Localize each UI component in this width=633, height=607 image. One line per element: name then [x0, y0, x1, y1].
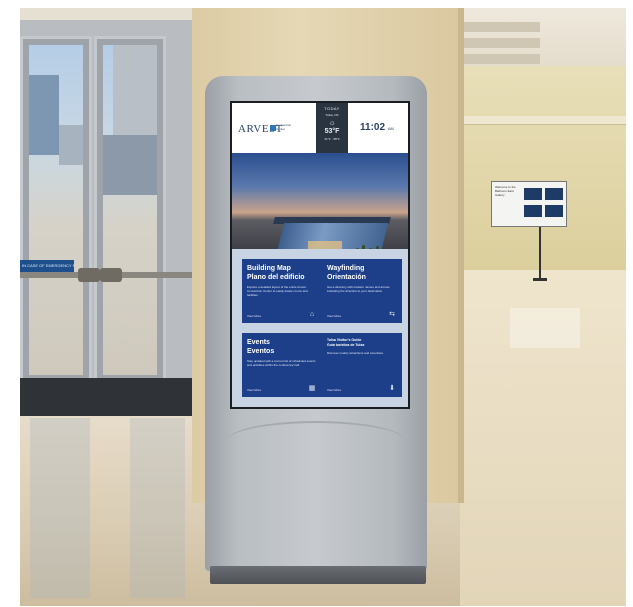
tile-view-more[interactable]: View More	[327, 314, 341, 318]
tile-view-more[interactable]: View More	[247, 314, 261, 318]
back-wall	[460, 66, 626, 271]
wall-sign: Welcome to the Ballroom East Gallery	[491, 181, 567, 227]
menu-tiles: Building Map Plano del edificio Explore …	[232, 249, 408, 407]
tile-visitors-guide[interactable]: Tulsa Visitor's Guide Guía turística de …	[322, 333, 402, 397]
ceiling	[460, 8, 626, 68]
tile-description: Stay updated with a current list of sche…	[247, 359, 316, 367]
tile-description: Get a directory with location names and …	[327, 285, 390, 293]
weather-widget[interactable]: TODAY Tulsa, OK ☼ 53°F 41°F · 58°F	[316, 103, 348, 159]
tile-title: Events	[247, 339, 270, 346]
tile-subtitle: Plano del edificio	[247, 274, 305, 281]
calendar-icon: ▦	[308, 385, 316, 392]
glass-doors: IN CASE OF EMERGENCY PUSH BAR	[20, 20, 194, 388]
floor-mat	[20, 378, 198, 416]
door-reflection	[30, 418, 90, 598]
photo-scene: IN CASE OF EMERGENCY PUSH BAR Welcome to…	[20, 8, 626, 606]
sign-post	[539, 227, 541, 279]
pillar-edge	[458, 8, 464, 503]
clock-time: 11:02	[360, 122, 386, 133]
tile-subtitle: Guía turística de Tulsa	[327, 343, 365, 347]
door-left	[20, 36, 92, 384]
tile-subtitle: Orientación	[327, 274, 366, 281]
tile-building-map[interactable]: Building Map Plano del edificio Explore …	[242, 259, 322, 323]
signpost-icon: ⇆	[389, 311, 395, 318]
door-sign: IN CASE OF EMERGENCY PUSH BAR	[20, 260, 74, 272]
sign-foot	[533, 278, 547, 281]
door-right	[94, 36, 166, 384]
logo-subtitle: Convention Center	[276, 123, 292, 131]
wall-sign-text: Welcome to the Ballroom East Gallery	[495, 185, 516, 197]
sun-icon: ☼	[328, 118, 336, 127]
convention-center-photo	[232, 153, 408, 249]
weather-low: 41°F	[324, 137, 331, 141]
push-bar	[20, 272, 78, 278]
pin-icon: ⬇	[389, 385, 395, 392]
kiosk-curve	[225, 421, 407, 463]
door-reflection	[130, 418, 185, 598]
map-icon: ⌂	[309, 311, 315, 318]
wall-beam	[460, 116, 626, 125]
tile-subtitle: Eventos	[247, 348, 275, 355]
tile-description: Explore a detailed layout of the entire …	[247, 285, 308, 297]
tile-events[interactable]: Events Eventos Stay updated with a curre…	[242, 333, 322, 397]
tile-view-more[interactable]: View More	[327, 388, 341, 392]
door-handle	[78, 268, 100, 282]
push-bar	[116, 272, 194, 278]
weather-high: 58°F	[333, 137, 340, 141]
weather-location: Tulsa, OK	[325, 113, 339, 117]
tile-description: Discover nearby attractions and amenitie…	[327, 351, 384, 355]
kiosk-screen: ARVEST Convention Center 11:02 AM TODAY …	[230, 101, 410, 409]
tile-view-more[interactable]: View More	[247, 388, 261, 392]
tile-title: Building Map	[247, 265, 291, 272]
weather-range: 41°F · 58°F	[324, 137, 340, 141]
tile-title: Wayfinding	[327, 265, 365, 272]
tile-wayfinding[interactable]: Wayfinding Orientación Get a directory w…	[322, 259, 402, 323]
weather-temperature: 53°F	[324, 128, 340, 135]
clock-suffix: AM	[387, 126, 394, 131]
clock: 11:02 AM	[360, 122, 394, 133]
floor-reflection	[510, 308, 580, 348]
door-handle	[100, 268, 122, 282]
weather-day: TODAY	[324, 106, 340, 111]
kiosk-base	[210, 566, 426, 584]
